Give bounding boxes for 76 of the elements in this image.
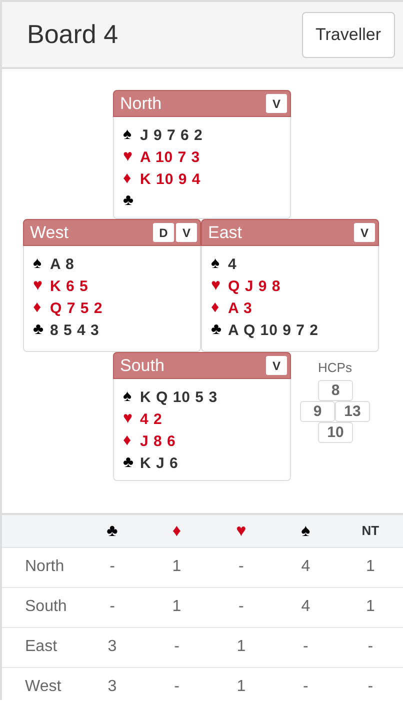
suit-symbol: ♣ — [33, 321, 44, 339]
table-cell: - — [208, 587, 274, 627]
status-badge: D — [153, 223, 174, 242]
table-cell: - — [338, 627, 403, 667]
suit-symbol: ♦ — [211, 299, 220, 317]
suit-symbol: ♠ — [211, 255, 220, 273]
suit-symbol: ♣ — [123, 454, 134, 472]
table-cell: South — [2, 587, 80, 627]
status-badge: V — [266, 356, 287, 375]
suit-symbol: ♦ — [123, 432, 132, 450]
column-header: NT — [338, 514, 403, 547]
suit-symbol: ♠ — [123, 388, 132, 406]
card-list: 8 5 4 3 — [50, 322, 100, 338]
traveller-button[interactable]: Traveller — [302, 12, 395, 58]
seat-name: East — [208, 222, 242, 242]
table-cell: 3 — [80, 627, 145, 667]
column-header: ♠ — [273, 514, 338, 547]
table-cell: - — [338, 667, 403, 702]
table-cell: - — [144, 627, 209, 667]
table-cell: - — [273, 667, 338, 702]
card-list: K Q 10 5 3 — [140, 388, 218, 406]
table-cell: 3 — [80, 667, 145, 702]
suit-symbol: ♦ — [123, 170, 132, 188]
table-cell: 1 — [338, 587, 403, 627]
hcp-value: 9 — [300, 401, 335, 422]
column-header: ♦ — [144, 514, 209, 547]
suit-symbol: ♥ — [123, 410, 134, 428]
table-cell: - — [208, 547, 274, 587]
board-title: Board 4 — [27, 19, 118, 50]
table-cell: - — [80, 587, 145, 627]
hcp-value: 13 — [335, 401, 370, 422]
table-cell: East — [2, 627, 80, 667]
suit-symbol: ♦ — [33, 299, 42, 317]
table-cell: - — [273, 627, 338, 667]
card-list: J 9 7 6 2 — [140, 126, 203, 144]
suit-symbol: ♠ — [33, 255, 42, 273]
table-cell: 1 — [208, 627, 274, 667]
card-list: A 3 — [228, 300, 252, 316]
suit-symbol: ♥ — [33, 277, 44, 295]
card-list: J 8 6 — [140, 432, 176, 450]
suit-symbol: ♥ — [123, 148, 134, 166]
table-cell: - — [144, 667, 209, 702]
hcp-label: HCPs — [317, 360, 353, 375]
table-cell: 4 — [273, 547, 338, 587]
card-list: Q J 9 8 — [228, 278, 281, 294]
suit-symbol: ♣ — [123, 192, 134, 210]
card-list: A 10 7 3 — [140, 148, 200, 166]
seat-name: North — [120, 94, 162, 114]
table-cell: 1 — [144, 587, 209, 627]
seat-name: West — [30, 222, 68, 242]
table-cell: 4 — [273, 587, 338, 627]
column-header: ♥ — [208, 514, 274, 547]
table-cell: 1 — [144, 547, 209, 587]
card-list: 4 — [228, 256, 237, 272]
table-cell: - — [80, 547, 145, 587]
suit-symbol: ♠ — [123, 126, 132, 144]
card-list: 4 2 — [140, 410, 162, 428]
status-badge: V — [354, 223, 375, 242]
status-badge: V — [176, 223, 197, 242]
column-header: ♣ — [80, 514, 145, 547]
suit-symbol: ♥ — [211, 277, 222, 295]
status-badge: V — [266, 94, 287, 113]
seat-name: South — [120, 356, 164, 376]
card-list: K 6 5 — [50, 278, 88, 294]
card-list: A 8 — [50, 256, 74, 272]
table-cell: North — [2, 547, 80, 587]
table-cell: 1 — [338, 547, 403, 587]
hcp-value: 10 — [318, 422, 353, 443]
table-cell: West — [2, 667, 80, 702]
hcp-value: 8 — [318, 380, 353, 401]
card-list: K 10 9 4 — [140, 170, 201, 188]
card-list: Q 7 5 2 — [50, 300, 103, 316]
card-list: K J 6 — [140, 454, 178, 472]
suit-symbol: ♣ — [211, 321, 222, 339]
table-cell: 1 — [208, 667, 274, 702]
card-list: A Q 10 9 7 2 — [228, 322, 318, 338]
